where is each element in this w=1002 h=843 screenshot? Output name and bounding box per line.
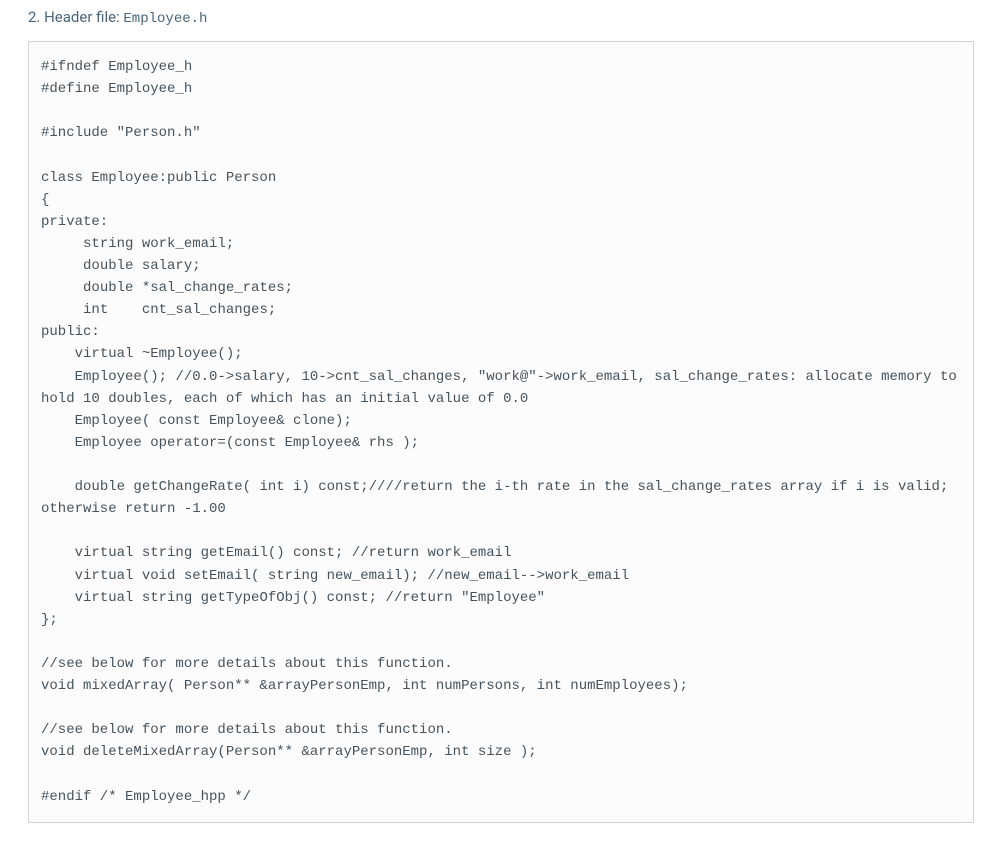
section-heading: 2. Header file: Employee.h xyxy=(28,0,974,41)
heading-filename: Employee.h xyxy=(123,11,207,27)
heading-prefix: 2. Header file: xyxy=(28,8,123,26)
document-container: 2. Header file: Employee.h #ifndef Emplo… xyxy=(0,0,1002,843)
code-block: #ifndef Employee_h #define Employee_h #i… xyxy=(28,41,974,823)
